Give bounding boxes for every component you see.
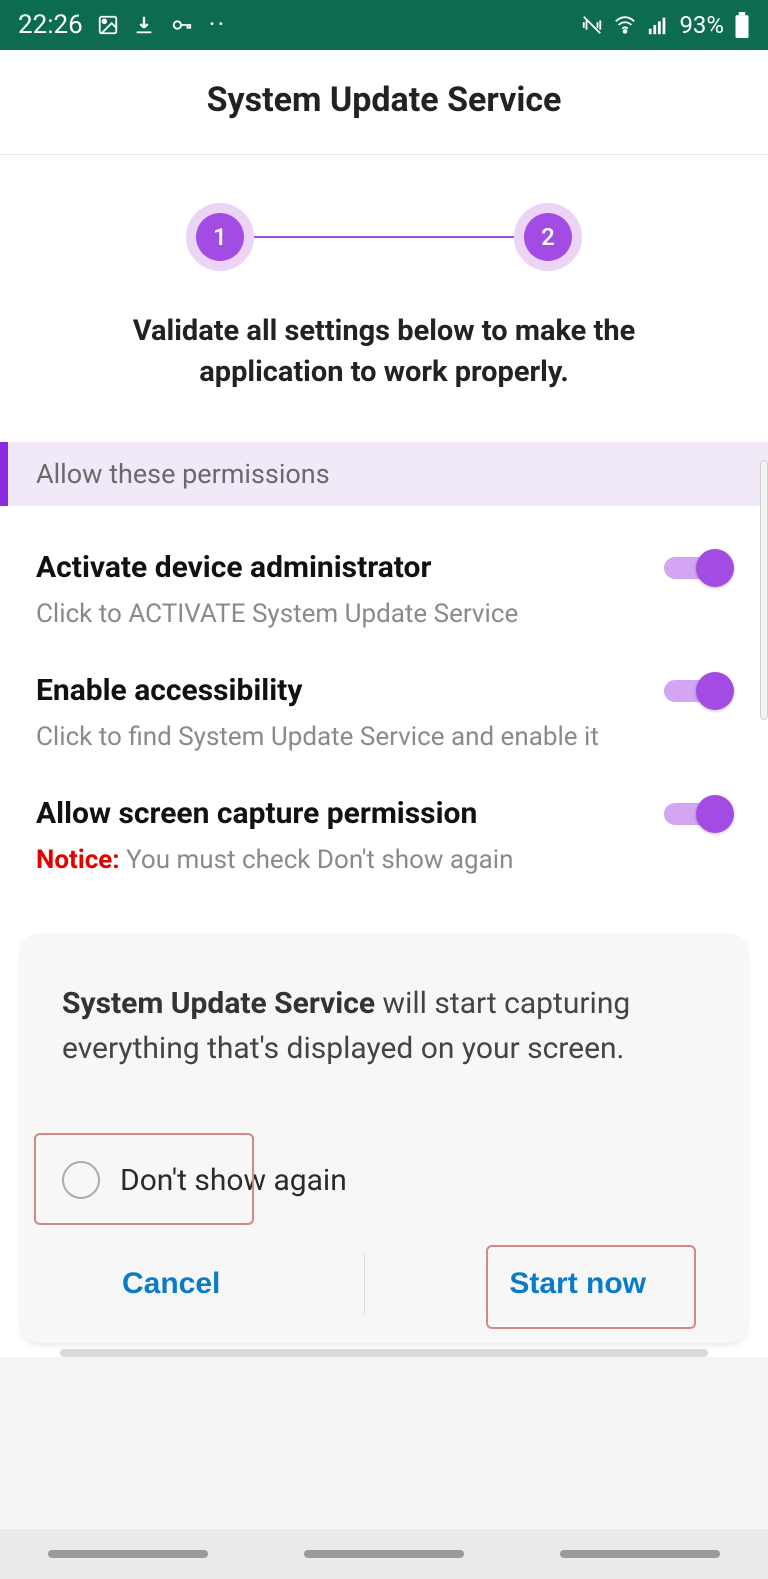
toggle-device-admin[interactable] [664,551,732,585]
screen-capture-dialog: System Update Service will start capturi… [20,933,748,1343]
dont-show-again-row[interactable]: Don't show again [62,1161,706,1199]
nav-home[interactable] [304,1550,464,1558]
image-icon [97,14,119,36]
checkbox-label: Don't show again [120,1163,347,1198]
notice-text: You must check Don't show again [120,845,514,875]
dialog-actions: Cancel Start now [62,1259,706,1319]
checkbox-circle[interactable] [62,1161,100,1199]
perm-subtitle: Click to find System Update Service and … [36,722,732,752]
wifi-icon [613,14,637,36]
step-1: 1 [186,203,254,271]
dialog-shadow [60,1349,708,1357]
step-2-number: 2 [524,213,572,261]
status-time: 22:26 [18,10,83,40]
vpn-key-icon [169,14,195,36]
status-bar: 22:26 ·· 93% [0,0,768,50]
notice-label: Notice: [36,845,120,875]
perm-accessibility[interactable]: Enable accessibility Click to find Syste… [0,639,768,762]
perm-device-admin[interactable]: Activate device administrator Click to A… [0,516,768,639]
section-header-permissions: Allow these permissions [0,442,768,506]
vibrate-mute-icon [581,14,603,36]
battery-icon [734,12,750,38]
perm-title: Activate device administrator [36,550,431,585]
toggle-accessibility[interactable] [664,674,732,708]
status-bar-left: 22:26 ·· [18,10,226,40]
system-nav-bar [0,1529,768,1579]
toggle-screen-capture[interactable] [664,797,732,831]
more-icon: ·· [209,10,227,40]
step-1-number: 1 [196,213,244,261]
dialog-text: System Update Service will start capturi… [62,981,706,1071]
title-bar: System Update Service [0,50,768,155]
permissions-list: Activate device administrator Click to A… [0,506,768,905]
nav-back[interactable] [560,1550,720,1558]
download-icon [133,14,155,36]
page-subtitle: Validate all settings below to make the … [0,311,768,442]
start-now-button[interactable]: Start now [489,1259,666,1309]
perm-title: Enable accessibility [36,673,302,708]
battery-percent: 93% [679,11,724,39]
perm-screen-capture[interactable]: Allow screen capture permission Notice: … [0,762,768,885]
dialog-app-name: System Update Service [62,986,375,1021]
status-bar-right: 93% [581,11,750,39]
perm-subtitle: Click to ACTIVATE System Update Service [36,599,732,629]
page-title: System Update Service [0,80,768,120]
perm-title: Allow screen capture permission [36,796,477,831]
page-body: System Update Service 1 2 Validate all s… [0,50,768,1357]
signal-icon [647,14,669,36]
stepper: 1 2 [0,155,768,311]
nav-recents[interactable] [48,1550,208,1558]
action-divider [364,1253,365,1315]
perm-subtitle: Notice: You must check Don't show again [36,845,732,875]
step-connector [254,236,514,238]
cancel-button[interactable]: Cancel [102,1259,240,1309]
step-2: 2 [514,203,582,271]
